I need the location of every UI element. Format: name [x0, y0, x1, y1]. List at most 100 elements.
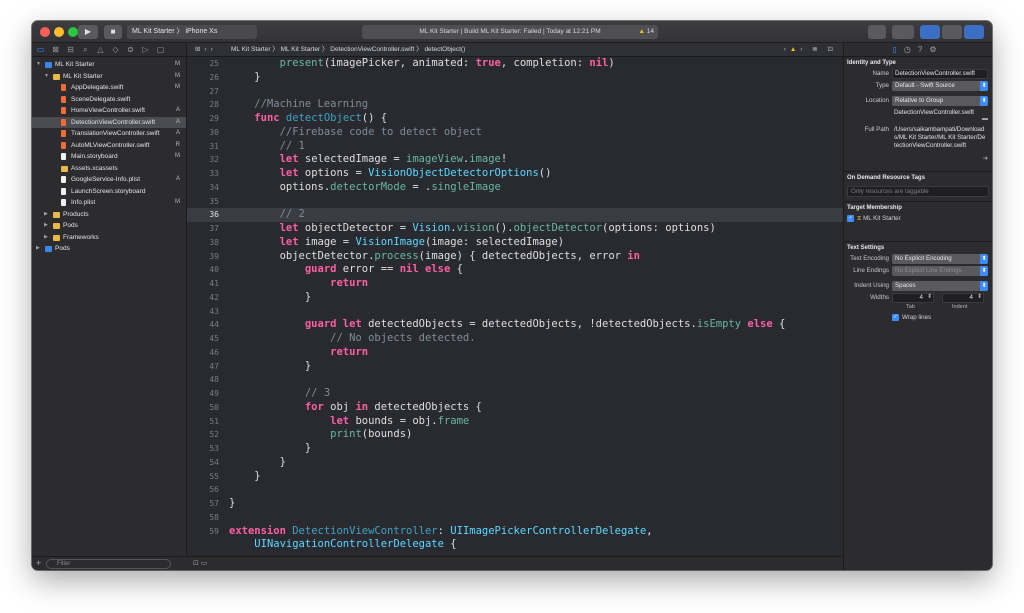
name-field[interactable]: DetectionViewController.swift — [892, 69, 988, 79]
breadcrumb-item[interactable]: ML Kit Starter — [281, 46, 321, 53]
disclosure-closed-icon[interactable]: ▶ — [44, 209, 48, 221]
code-line[interactable]: 54 } — [187, 456, 843, 470]
navigator-item[interactable]: ▶ Products — [32, 209, 186, 221]
line-number[interactable]: 32 — [187, 153, 219, 167]
code-line[interactable]: 33 let options = VisionObjectDetectorOpt… — [187, 167, 843, 181]
find-icon[interactable]: ⌕ — [81, 45, 90, 55]
line-number[interactable]: 40 — [187, 263, 219, 277]
code-line[interactable]: 37 let objectDetector = Vision.vision().… — [187, 222, 843, 236]
location-popup[interactable]: Relative to Group — [892, 96, 988, 106]
line-number[interactable]: 25 — [187, 57, 219, 71]
navigator-item[interactable]: SceneDelegate.swift — [32, 94, 186, 106]
navigator-item[interactable]: AutoMLViewController.swift R — [32, 140, 186, 152]
line-number[interactable]: 47 — [187, 360, 219, 374]
code-line[interactable]: 50 for obj in detectedObjects { — [187, 401, 843, 415]
warning-indicator[interactable]: ▲ 14 — [639, 25, 654, 39]
issue-icon[interactable]: △ — [96, 45, 105, 54]
symbol-icon[interactable]: ⊟ — [66, 45, 75, 54]
line-number[interactable]: 29 — [187, 112, 219, 126]
run-button[interactable]: ▶ — [78, 25, 98, 39]
code-line[interactable]: 30 //Firebase code to detect object — [187, 126, 843, 140]
breadcrumb-item[interactable]: detectObject() — [424, 46, 465, 53]
debug-area-icon[interactable]: ⊡ ▭ — [193, 560, 207, 567]
code-line[interactable]: 35 — [187, 195, 843, 209]
test-icon[interactable]: ◇ — [111, 45, 120, 54]
code-line[interactable]: 48 — [187, 373, 843, 387]
code-line[interactable]: 51 let bounds = obj.frame — [187, 415, 843, 429]
toggle-inspector-button[interactable] — [964, 25, 984, 39]
tab-width-stepper[interactable]: 4 — [892, 293, 934, 303]
code-line[interactable]: 42 } — [187, 291, 843, 305]
navigator-item[interactable]: ▶ Pods — [32, 243, 186, 255]
back-forward-icon[interactable]: ⊞‹› — [195, 43, 217, 57]
navigator-item[interactable]: GoogleService-Info.plist A — [32, 174, 186, 186]
line-number[interactable]: 59 — [187, 525, 219, 539]
stop-button[interactable]: ■ — [104, 25, 122, 39]
navigator-item[interactable]: HomeViewController.swift A — [32, 105, 186, 117]
filter-field[interactable]: Filter — [46, 559, 171, 569]
disclosure-open-icon[interactable]: ▼ — [44, 71, 49, 83]
editor-options-icon[interactable]: ‹▲› ≣ ⊡ — [784, 43, 837, 57]
code-line[interactable]: 28 //Machine Learning — [187, 98, 843, 112]
line-number[interactable]: 51 — [187, 415, 219, 429]
code-line[interactable]: 44 guard let detectedObjects = detectedO… — [187, 318, 843, 332]
history-icon[interactable]: ◷ — [904, 45, 918, 54]
line-number[interactable]: 38 — [187, 236, 219, 250]
code-line[interactable]: 56 — [187, 483, 843, 497]
line-number[interactable]: 46 — [187, 346, 219, 360]
line-number[interactable]: 33 — [187, 167, 219, 181]
line-number[interactable]: 39 — [187, 250, 219, 264]
line-number[interactable]: 27 — [187, 85, 219, 99]
line-number[interactable]: 58 — [187, 511, 219, 525]
navigator-item[interactable]: LaunchScreen.storyboard — [32, 186, 186, 198]
breakpoint-icon[interactable]: ▷ — [141, 45, 150, 54]
code-line[interactable]: 57} — [187, 497, 843, 511]
code-line[interactable]: 49 // 3 — [187, 387, 843, 401]
navigator-item[interactable]: ▼ ML Kit Starter M — [32, 71, 186, 83]
line-number[interactable]: 52 — [187, 428, 219, 442]
reveal-arrow-icon[interactable]: ➔ — [983, 155, 988, 162]
code-line[interactable]: 26 } — [187, 71, 843, 85]
navigator-item[interactable]: TranslationViewController.swift A — [32, 128, 186, 140]
line-number[interactable]: 28 — [187, 98, 219, 112]
code-line[interactable]: 31 // 1 — [187, 140, 843, 154]
wrap-lines-toggle[interactable]: ✓ Wrap lines — [892, 312, 931, 324]
line-number[interactable]: 41 — [187, 277, 219, 291]
code-review-button[interactable] — [892, 25, 914, 39]
type-popup[interactable]: Default - Swift Source — [892, 81, 988, 91]
code-line[interactable]: 59 extension DetectionViewController: UII… — [187, 525, 843, 539]
code-line[interactable]: 53 } — [187, 442, 843, 456]
debug-icon[interactable]: ⊜ — [126, 45, 135, 54]
navigator-item[interactable]: DetectionViewController.swift A — [32, 116, 186, 128]
navigator-item[interactable]: AppDelegate.swift M — [32, 82, 186, 94]
line-number[interactable]: 30 — [187, 126, 219, 140]
code-line[interactable]: 47 } — [187, 360, 843, 374]
indent-using-popup[interactable]: Spaces — [892, 281, 988, 291]
minimize-window-button[interactable] — [54, 27, 64, 37]
navigator-item[interactable]: ▶ Pods — [32, 220, 186, 232]
navigator-item[interactable]: ▶ Frameworks — [32, 232, 186, 244]
disclosure-closed-icon[interactable]: ▶ — [44, 220, 48, 232]
code-area[interactable]: 25 present(imagePicker, animated: true, … — [187, 57, 843, 556]
folder-icon[interactable]: ▬ — [982, 115, 988, 122]
source-control-icon[interactable]: ⊠ — [51, 45, 60, 54]
line-number[interactable]: 57 — [187, 497, 219, 511]
text-encoding-popup[interactable]: No Explicit Encoding — [892, 254, 988, 264]
toggle-debug-area-button[interactable] — [942, 25, 962, 39]
line-number[interactable]: 43 — [187, 305, 219, 319]
code-line[interactable]: 43 — [187, 305, 843, 319]
code-line[interactable]: 55 } — [187, 470, 843, 484]
navigator-item[interactable]: Assets.xcassets — [32, 163, 186, 175]
line-number[interactable]: 56 — [187, 483, 219, 497]
line-number[interactable]: 55 — [187, 470, 219, 484]
navigator-item[interactable]: Info.plist M — [32, 197, 186, 209]
breadcrumb-item[interactable]: DetectionViewController.swift — [330, 46, 414, 53]
code-line[interactable]: 45 // No objects detected. — [187, 332, 843, 346]
code-line[interactable]: 40 guard error == nil else { — [187, 263, 843, 277]
line-number[interactable]: 35 — [187, 195, 219, 209]
line-number[interactable]: 48 — [187, 373, 219, 387]
zoom-window-button[interactable] — [68, 27, 78, 37]
report-icon[interactable]: ▢ — [156, 45, 165, 54]
help-icon[interactable]: ? — [918, 45, 929, 54]
code-line[interactable]: 58 — [187, 511, 843, 525]
